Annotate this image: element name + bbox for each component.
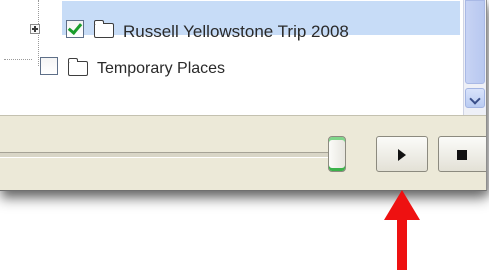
tour-slider-thumb[interactable] [328, 136, 346, 172]
stop-button[interactable] [438, 136, 486, 172]
russell-trip-checkbox[interactable] [66, 19, 84, 38]
scroll-down-arrow-icon[interactable] [465, 88, 485, 108]
tour-slider-track[interactable] [0, 152, 333, 158]
folder-icon [94, 20, 114, 38]
stop-icon [457, 150, 467, 160]
tree-item-label[interactable]: Temporary Places [97, 60, 225, 78]
expand-plus-icon[interactable] [30, 24, 40, 34]
google-earth-places-panel: Russell Yellowstone Trip 2008 Temporary … [0, 0, 487, 191]
tree-connector-line [4, 59, 32, 60]
checkmark-icon [67, 19, 83, 36]
play-icon [398, 149, 406, 161]
temporary-places-checkbox[interactable] [40, 57, 58, 75]
vertical-scrollbar[interactable] [463, 0, 486, 115]
folder-icon [68, 58, 88, 76]
tree-item-label[interactable]: Russell Yellowstone Trip 2008 [123, 22, 349, 42]
scrollbar-thumb[interactable] [465, 0, 485, 84]
tour-toolbar [0, 115, 486, 190]
places-tree: Russell Yellowstone Trip 2008 Temporary … [0, 0, 463, 115]
red-pointer-arrow-icon [384, 190, 420, 270]
play-button[interactable] [376, 136, 428, 172]
